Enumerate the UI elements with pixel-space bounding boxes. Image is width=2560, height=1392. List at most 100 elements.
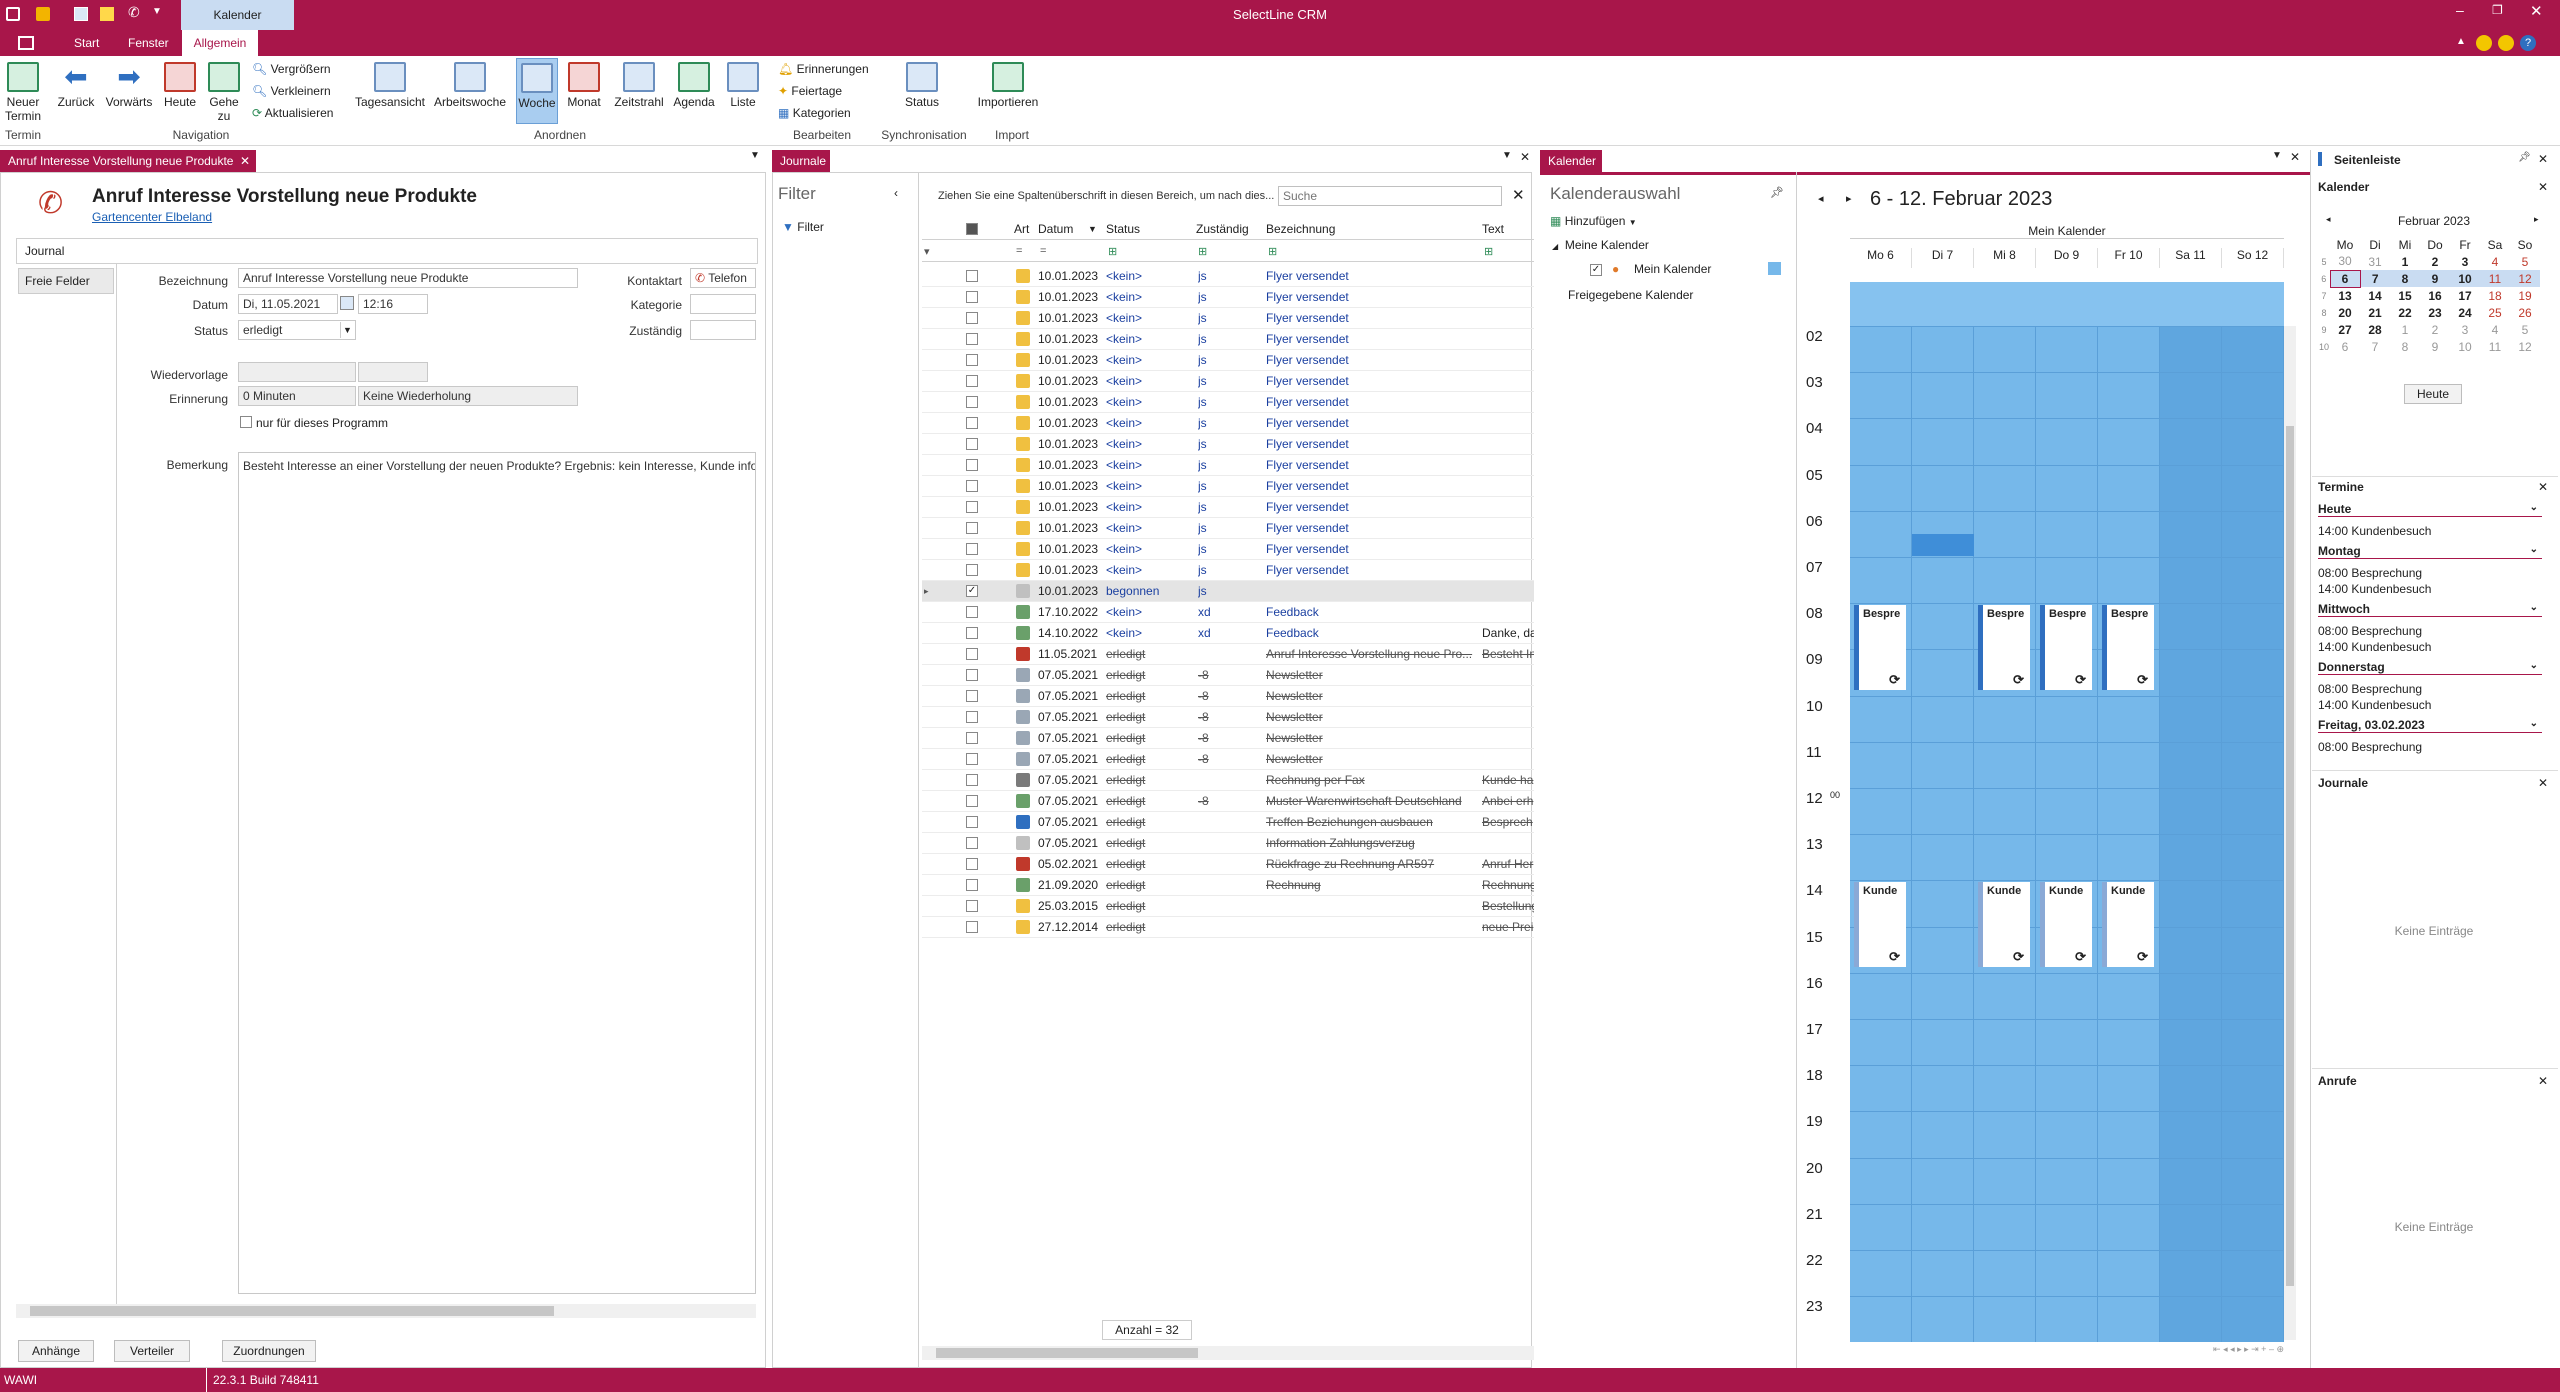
expand-chevron-icon[interactable]: ⌄ bbox=[2530, 502, 2538, 513]
journale-tab[interactable]: Journale bbox=[772, 150, 830, 172]
zuordnungen-tab[interactable]: Zuordnungen bbox=[222, 1340, 316, 1362]
sidebar-kalender-close[interactable]: ✕ bbox=[2538, 180, 2548, 194]
mini-day[interactable]: 2 bbox=[2420, 253, 2450, 270]
termine-event[interactable]: 14:00 Kundenbesuch bbox=[2318, 582, 2431, 596]
liste-button[interactable]: Liste bbox=[724, 62, 762, 109]
agenda-button[interactable]: Agenda bbox=[672, 62, 716, 109]
termine-day[interactable]: Donnerstag ⌄ bbox=[2318, 660, 2542, 675]
table-row[interactable]: 17.10.2022 (<kein> xd Feedback bbox=[922, 602, 1534, 623]
nur-programm-checkbox[interactable] bbox=[240, 416, 252, 428]
termine-day[interactable]: Freitag, 03.02.2023 ⌄ bbox=[2318, 718, 2542, 733]
appointment[interactable]: Bespre ⟳ bbox=[1978, 605, 2030, 690]
mini-day[interactable]: 17 bbox=[2450, 287, 2480, 304]
row-checkbox[interactable] bbox=[966, 648, 978, 660]
mini-day[interactable]: 1 bbox=[2390, 321, 2420, 338]
detail-tab[interactable]: Anruf Interesse Vorstellung neue Produkt… bbox=[0, 150, 256, 172]
day-header-6[interactable]: So 12 bbox=[2222, 248, 2284, 268]
table-row[interactable]: 14.10.2022 (<kein> xd Feedback Danke, da bbox=[922, 623, 1534, 644]
row-checkbox[interactable] bbox=[966, 480, 978, 492]
table-row[interactable]: 10.01.2023 <kein> js Flyer versendet bbox=[922, 497, 1534, 518]
mini-day[interactable]: 9 bbox=[2420, 338, 2450, 355]
table-row[interactable]: 10.01.2023 <kein> js Flyer versendet bbox=[922, 476, 1534, 497]
table-row[interactable]: 05.02.2021 erledigt Rückfrage zu Rechnung … bbox=[922, 854, 1534, 875]
erinnerungen-button[interactable]: 🔔︎ Erinnerungen bbox=[778, 62, 869, 76]
day-column[interactable] bbox=[2098, 282, 2160, 1342]
table-row[interactable]: 10.01.2023 <kein> js Flyer versendet bbox=[922, 455, 1534, 476]
tab-freie-felder[interactable]: Freie Felder bbox=[18, 268, 114, 294]
tab-start[interactable]: Start bbox=[74, 36, 99, 50]
mini-day[interactable]: 21 bbox=[2360, 304, 2390, 321]
select-all-checkbox[interactable] bbox=[966, 223, 978, 235]
mini-day[interactable]: 25 bbox=[2480, 304, 2510, 321]
all-day-row[interactable] bbox=[1850, 282, 2284, 326]
minimize-button[interactable]: – bbox=[2456, 2, 2464, 18]
col-zustaendig[interactable]: Zuständig bbox=[1196, 218, 1249, 240]
bemerkung-textarea[interactable]: Besteht Interesse an einer Vorstellung d… bbox=[238, 452, 756, 1294]
table-row[interactable]: 07.05.2021 erledigt -8 Newsletter bbox=[922, 749, 1534, 770]
calendar-grid[interactable]: Bespre ⟳ Bespre ⟳ Bespre ⟳ Bespre ⟳ Kunde ⟳ Kunde ⟳… bbox=[1850, 282, 2284, 1342]
mini-day[interactable]: 12 bbox=[2510, 270, 2540, 287]
row-checkbox[interactable] bbox=[966, 354, 978, 366]
wiederholung-field[interactable]: Keine Wiederholung bbox=[358, 386, 578, 406]
help-icon[interactable]: ? bbox=[2520, 35, 2536, 51]
tagesansicht-button[interactable]: Tagesansicht bbox=[354, 62, 426, 109]
mini-day[interactable]: 24 bbox=[2450, 304, 2480, 321]
row-checkbox[interactable] bbox=[966, 900, 978, 912]
mini-day[interactable]: 9 bbox=[2420, 270, 2450, 287]
table-row[interactable]: 25.03.2015 (erledigt Bestellung bbox=[922, 896, 1534, 917]
mini-day[interactable]: 8 bbox=[2390, 270, 2420, 287]
filter-button[interactable]: ▼ Filter bbox=[782, 220, 824, 234]
day-header-4[interactable]: Fr 10 bbox=[2098, 248, 2160, 268]
mini-day[interactable]: 14 bbox=[2360, 287, 2390, 304]
table-row[interactable]: 10.01.2023 <kein> js Flyer versendet bbox=[922, 413, 1534, 434]
row-checkbox[interactable] bbox=[966, 312, 978, 324]
mini-day[interactable]: 4 bbox=[2480, 321, 2510, 338]
company-link[interactable]: Gartencenter Elbeland bbox=[92, 210, 212, 224]
mini-day[interactable]: 11 bbox=[2480, 338, 2510, 355]
mini-day[interactable]: 10 bbox=[2450, 338, 2480, 355]
row-checkbox[interactable]: ✓ bbox=[966, 585, 978, 597]
table-row[interactable]: 10.01.2023 <kein> js Flyer versendet bbox=[922, 266, 1534, 287]
mini-today-button[interactable]: Heute bbox=[2404, 384, 2462, 404]
restore-button[interactable]: ❐ bbox=[2492, 3, 2503, 17]
filter-collapse-icon[interactable]: ‹ bbox=[894, 186, 898, 200]
appointment[interactable]: Kunde ⟳ bbox=[1978, 882, 2030, 967]
expand-chevron-icon[interactable]: ⌄ bbox=[2530, 544, 2538, 555]
selected-slot[interactable] bbox=[1912, 533, 1974, 556]
kategorie-field[interactable] bbox=[690, 294, 756, 314]
table-row[interactable]: 10.01.2023 <kein> js Flyer versendet bbox=[922, 329, 1534, 350]
row-checkbox[interactable] bbox=[966, 753, 978, 765]
erinnerung-field[interactable]: 0 Minuten bbox=[238, 386, 356, 406]
mein-kalender-checkbox[interactable]: ✓ bbox=[1590, 264, 1602, 276]
hinzufuegen-button[interactable]: ▦ Hinzufügen ▼ bbox=[1550, 214, 1637, 228]
mini-day[interactable]: 23 bbox=[2420, 304, 2450, 321]
row-checkbox[interactable] bbox=[966, 606, 978, 618]
verkleinern-button[interactable]: 🔍︎ Verkleinern bbox=[252, 84, 331, 98]
col-text[interactable]: Text bbox=[1482, 218, 1504, 240]
row-checkbox[interactable] bbox=[966, 396, 978, 408]
mini-day[interactable]: 6 bbox=[2330, 338, 2360, 355]
termine-event[interactable]: 08:00 Besprechung bbox=[2318, 624, 2422, 638]
mini-day[interactable]: 30 bbox=[2330, 253, 2360, 270]
row-checkbox[interactable] bbox=[966, 375, 978, 387]
row-checkbox[interactable] bbox=[966, 795, 978, 807]
day-column[interactable] bbox=[2036, 282, 2098, 1342]
mini-calendar[interactable]: Mo Di Mi Do Fr Sa So 5 30 31 1 2 3 4 5 6 6 7 8 9 10 11 12 7 13 14… bbox=[2318, 236, 2541, 355]
row-checkbox[interactable] bbox=[966, 333, 978, 345]
importieren-button[interactable]: Importieren bbox=[976, 62, 1040, 109]
mini-day[interactable]: 10 bbox=[2450, 270, 2480, 287]
mini-day[interactable]: 5 bbox=[2510, 253, 2540, 270]
row-checkbox[interactable] bbox=[966, 270, 978, 282]
search-clear-icon[interactable]: ✕ bbox=[1512, 186, 1525, 204]
mini-day[interactable]: 19 bbox=[2510, 287, 2540, 304]
detail-tab-close-icon[interactable]: ✕ bbox=[240, 150, 250, 172]
mini-next-month[interactable]: ▸ bbox=[2534, 214, 2539, 225]
kontaktart-field[interactable]: ✆ Telefon bbox=[690, 268, 756, 288]
table-row[interactable]: 21.09.2020 (erledigt Rechnung Rechnung bbox=[922, 875, 1534, 896]
day-column[interactable] bbox=[2222, 282, 2284, 1342]
termine-close[interactable]: ✕ bbox=[2538, 480, 2548, 494]
row-checkbox[interactable] bbox=[966, 879, 978, 891]
row-checkbox[interactable] bbox=[966, 690, 978, 702]
termine-day[interactable]: Montag ⌄ bbox=[2318, 544, 2542, 559]
zustaendig-field[interactable] bbox=[690, 320, 756, 340]
